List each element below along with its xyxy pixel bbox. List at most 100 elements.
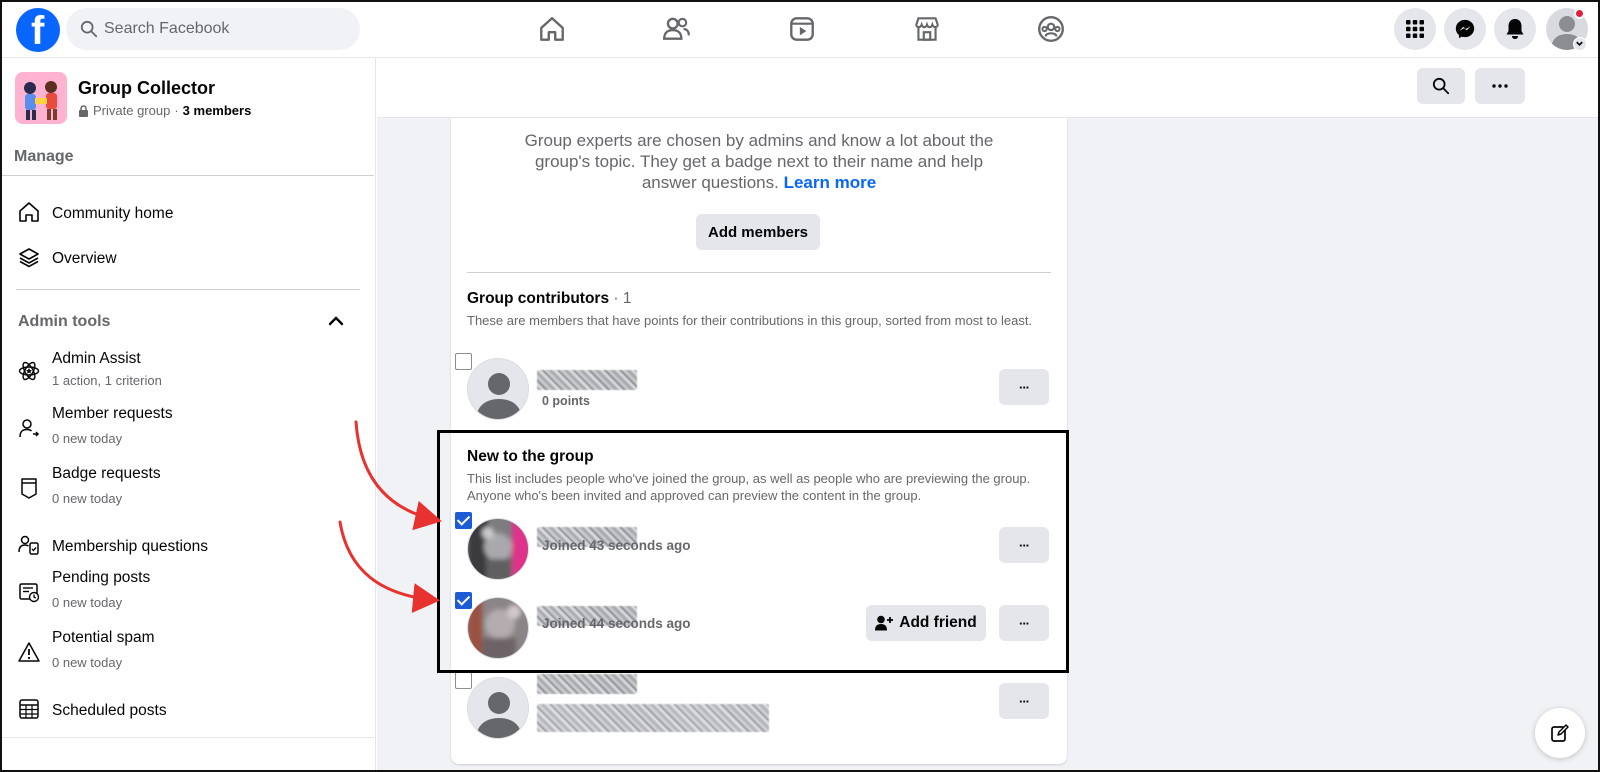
notifications-button[interactable] bbox=[1494, 8, 1536, 50]
manage-heading: Manage bbox=[14, 148, 74, 165]
member-points: 0 points bbox=[542, 394, 590, 408]
member-avatar[interactable] bbox=[467, 358, 529, 420]
group-privacy: Private group bbox=[93, 103, 171, 118]
more-options-icon: ··· bbox=[1019, 379, 1030, 395]
top-navigation-bar: f bbox=[2, 2, 1598, 58]
search-box[interactable] bbox=[66, 8, 360, 50]
group-member-count[interactable]: 3 members bbox=[183, 103, 252, 118]
member-request-icon bbox=[19, 419, 40, 438]
sidebar-item-pending-posts[interactable]: Pending posts 0 new today bbox=[16, 567, 362, 611]
account-chevron-icon[interactable] bbox=[1573, 37, 1587, 51]
notification-badge bbox=[1574, 8, 1585, 19]
divider bbox=[16, 289, 360, 290]
blurred-avatar-photo bbox=[468, 519, 528, 579]
sidebar-item-label: Badge requests bbox=[52, 465, 161, 482]
groups-icon[interactable] bbox=[1036, 14, 1066, 44]
divider bbox=[2, 175, 374, 176]
pending-posts-icon bbox=[19, 583, 40, 603]
sidebar-item-sublabel: 0 new today bbox=[52, 491, 123, 506]
search-input[interactable] bbox=[104, 8, 344, 50]
blurred-member-name[interactable] bbox=[537, 674, 637, 694]
notifications-icon bbox=[1506, 19, 1524, 39]
search-icon bbox=[80, 20, 98, 38]
messenger-button[interactable] bbox=[1444, 8, 1486, 50]
sidebar-item-label: Membership questions bbox=[52, 538, 208, 555]
sidebar-item-sublabel: 0 new today bbox=[52, 595, 123, 610]
member-avatar[interactable] bbox=[467, 677, 529, 739]
group-experts-info: Group experts are chosen by admins and k… bbox=[511, 130, 1007, 193]
layers-icon bbox=[19, 248, 39, 268]
admin-tools-heading[interactable]: Admin tools bbox=[18, 313, 110, 331]
sidebar-item-label: Overview bbox=[52, 250, 117, 267]
video-icon[interactable] bbox=[787, 14, 817, 44]
member-more-button[interactable]: ··· bbox=[999, 683, 1049, 719]
member-more-button[interactable]: ··· bbox=[999, 369, 1049, 405]
new-members-title: New to the group bbox=[467, 448, 594, 465]
friends-icon[interactable] bbox=[661, 14, 691, 44]
group-search-button[interactable] bbox=[1417, 68, 1465, 104]
sidebar-item-scheduled-posts[interactable]: Scheduled posts bbox=[16, 688, 362, 732]
contributors-count: · 1 bbox=[613, 290, 632, 307]
group-sidebar: Group Collector Private group · 3 member… bbox=[2, 58, 376, 770]
sidebar-item-label: Member requests bbox=[52, 405, 173, 422]
marketplace-icon[interactable] bbox=[912, 14, 942, 44]
sidebar-item-community-home[interactable]: Community home bbox=[16, 191, 362, 235]
sidebar-item-overview[interactable]: Overview bbox=[16, 236, 362, 280]
sidebar-item-sublabel: 1 action, 1 criterion bbox=[52, 373, 162, 388]
home-icon[interactable] bbox=[537, 14, 567, 44]
more-options-icon: ··· bbox=[1019, 693, 1030, 709]
group-cover-thumbnail[interactable] bbox=[15, 72, 67, 124]
calendar-icon bbox=[19, 699, 39, 719]
sidebar-item-sublabel: 0 new today bbox=[52, 655, 123, 670]
home-outline-icon bbox=[19, 202, 39, 222]
compose-message-button[interactable] bbox=[1535, 708, 1585, 758]
member-joined-time: Joined 44 seconds ago bbox=[542, 616, 691, 631]
sidebar-item-potential-spam[interactable]: Potential spam 0 new today bbox=[16, 627, 362, 671]
sidebar-item-membership-questions[interactable]: Membership questions bbox=[16, 524, 362, 568]
more-options-icon bbox=[1492, 84, 1508, 88]
chevron-up-icon[interactable] bbox=[326, 311, 346, 331]
blurred-member-name[interactable] bbox=[537, 370, 637, 390]
contributors-heading: Group contributors · 1 bbox=[467, 290, 631, 308]
default-avatar-icon bbox=[468, 359, 528, 419]
blurred-member-details bbox=[537, 704, 769, 732]
compose-icon bbox=[1551, 724, 1569, 742]
add-members-button[interactable]: Add members bbox=[696, 214, 820, 250]
learn-more-link[interactable]: Learn more bbox=[784, 173, 877, 192]
member-checkbox[interactable] bbox=[455, 353, 472, 370]
sidebar-item-badge-requests[interactable]: Badge requests 0 new today bbox=[16, 463, 362, 507]
group-experts-text: Group experts are chosen by admins and k… bbox=[524, 131, 994, 192]
warning-icon bbox=[18, 642, 40, 662]
member-avatar[interactable] bbox=[467, 518, 529, 580]
sidebar-item-label: Potential spam bbox=[52, 629, 155, 646]
member-more-button[interactable]: ··· bbox=[999, 605, 1049, 641]
menu-grid-button[interactable] bbox=[1394, 8, 1436, 50]
member-more-button[interactable]: ··· bbox=[999, 527, 1049, 563]
sidebar-item-label: Admin Assist bbox=[52, 350, 141, 367]
new-members-description: This list includes people who've joined … bbox=[467, 471, 1031, 503]
group-illustration bbox=[15, 72, 67, 124]
sidebar-item-sublabel: 0 new today bbox=[52, 431, 123, 446]
member-checkbox[interactable] bbox=[455, 672, 472, 689]
group-meta: Private group · 3 members bbox=[78, 103, 251, 118]
search-icon bbox=[1432, 77, 1450, 95]
sidebar-item-member-requests[interactable]: Member requests 0 new today bbox=[16, 403, 362, 447]
member-avatar[interactable] bbox=[467, 597, 529, 659]
group-more-button[interactable] bbox=[1475, 68, 1525, 104]
more-options-icon: ··· bbox=[1019, 537, 1030, 553]
badge-icon bbox=[21, 478, 37, 499]
members-card: Group experts are chosen by admins and k… bbox=[451, 118, 1067, 764]
divider bbox=[2, 737, 374, 738]
contributors-title: Group contributors bbox=[467, 290, 610, 307]
sidebar-item-label: Community home bbox=[52, 205, 174, 222]
messenger-icon bbox=[1455, 19, 1475, 39]
group-name[interactable]: Group Collector bbox=[78, 78, 215, 99]
add-friend-button[interactable]: Add friend bbox=[866, 605, 986, 641]
default-avatar-icon bbox=[468, 678, 528, 738]
red-arrows-annotation bbox=[338, 420, 442, 613]
contributors-description: These are members that have points for t… bbox=[467, 313, 1033, 328]
admin-assist-icon bbox=[18, 361, 40, 381]
sidebar-item-admin-assist[interactable]: Admin Assist 1 action, 1 criterion bbox=[16, 348, 362, 392]
add-friend-icon bbox=[875, 615, 894, 631]
facebook-logo[interactable]: f bbox=[16, 8, 60, 53]
